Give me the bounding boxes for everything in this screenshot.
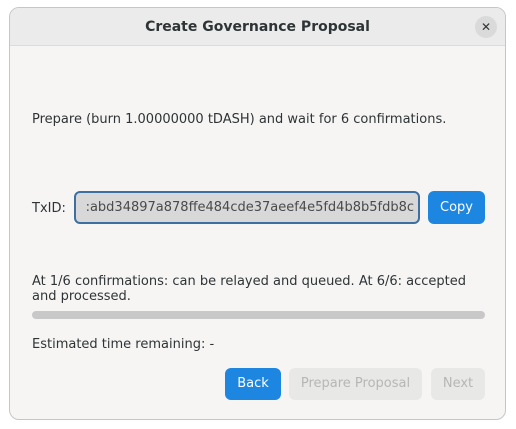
back-button[interactable]: Back <box>225 368 281 400</box>
close-icon: ✕ <box>480 20 492 34</box>
prepare-proposal-button[interactable]: Prepare Proposal <box>289 368 422 400</box>
copy-button[interactable]: Copy <box>428 191 485 224</box>
txid-label: TxID: <box>32 201 66 216</box>
confirmation-info: At 1/6 confirmations: can be relayed and… <box>32 274 467 304</box>
dialog-title: Create Governance Proposal <box>145 19 370 35</box>
estimated-time: Estimated time remaining: - <box>32 337 215 352</box>
prepare-instructions: Prepare (burn 1.00000000 tDASH) and wait… <box>32 112 447 127</box>
close-button[interactable]: ✕ <box>475 16 497 38</box>
create-proposal-dialog: Create Governance Proposal ✕ Prepare (bu… <box>9 7 506 420</box>
confirmation-progress-bar <box>32 311 485 319</box>
next-button[interactable]: Next <box>431 368 485 400</box>
titlebar: Create Governance Proposal ✕ <box>10 8 505 46</box>
txid-value: :abd34897a878ffe484cde37aeef4e5fd4b8b5fd… <box>85 200 414 215</box>
txid-field[interactable]: :abd34897a878ffe484cde37aeef4e5fd4b8b5fd… <box>74 191 420 224</box>
